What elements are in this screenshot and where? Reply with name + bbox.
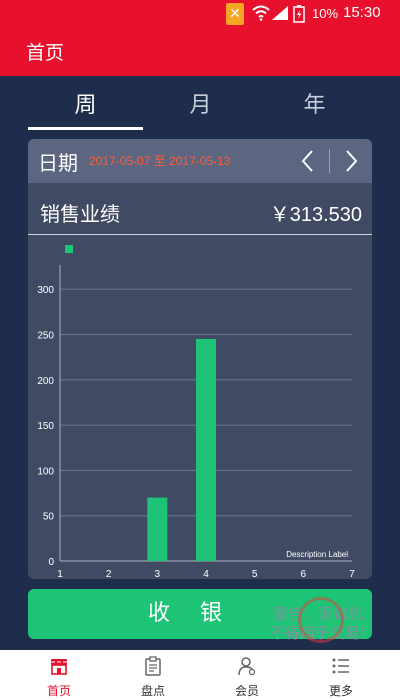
stamp-icon <box>298 597 344 643</box>
y-tick-label: 200 <box>37 376 54 387</box>
x-tick-label: 1 <box>57 569 63 579</box>
sales-row: 销售业绩 ￥313.530 <box>28 187 372 235</box>
nav-label-inventory: 盘点 <box>140 684 165 698</box>
battery-icon <box>293 5 305 23</box>
x-tick-label: 4 <box>203 569 209 579</box>
nav-label-home: 首页 <box>46 684 71 698</box>
period-tabs: 周 月 年 <box>28 84 372 132</box>
battery-percent: 10% <box>312 6 339 21</box>
top-bar: ✕ 10% 15:30 首页 <box>0 0 400 76</box>
y-tick-label: 100 <box>37 466 54 477</box>
x-tick-label: 2 <box>106 569 112 579</box>
sim-alert-icon: ✕ <box>226 3 244 25</box>
wifi-icon <box>252 5 270 21</box>
nav-label-members: 会员 <box>234 684 259 698</box>
sales-label: 销售业绩 <box>40 202 120 226</box>
debug-watermark: 警告：调试机 不得用于交易! <box>268 597 368 643</box>
x-tick-label: 3 <box>155 569 161 579</box>
nav-divider <box>329 149 330 173</box>
nav-item-more[interactable]: 更多 <box>291 650 391 700</box>
legend-swatch <box>65 245 73 253</box>
status-clock: 15:30 <box>343 4 381 21</box>
chevron-left-icon[interactable] <box>296 147 322 175</box>
store-icon <box>51 659 67 675</box>
date-row: 日期 2017-05-07 至 2017-05-13 <box>28 139 372 183</box>
date-label: 日期 <box>38 151 78 175</box>
description-label: Description Label <box>286 550 348 559</box>
bar <box>147 497 168 561</box>
date-range: 2017-05-07 至 2017-05-13 <box>89 154 231 168</box>
chevron-right-icon[interactable] <box>337 147 363 175</box>
x-tick-label: 7 <box>349 569 355 579</box>
y-tick-label: 150 <box>37 421 54 432</box>
list-icon <box>332 658 349 674</box>
status-bar: ✕ 10% 15:30 <box>0 0 400 30</box>
y-tick-label: 300 <box>37 285 54 296</box>
sales-bar-chart: 0 50 100 150 200 250 300 1 2 3 4 5 6 7 Description Lab… <box>37 245 355 579</box>
signal-icon <box>272 6 288 20</box>
member-icon <box>238 657 256 676</box>
clipboard-icon <box>145 656 161 676</box>
nav-label-more: 更多 <box>328 684 353 698</box>
bottom-nav: 首页 盘点 会员 更多 <box>0 650 400 700</box>
nav-item-home[interactable]: 首页 <box>9 650 109 700</box>
tab-year[interactable]: 年 <box>257 84 372 130</box>
nav-item-inventory[interactable]: 盘点 <box>103 650 203 700</box>
sales-card: 日期 2017-05-07 至 2017-05-13 销售业绩 ￥313.530… <box>28 139 372 579</box>
sales-value: ￥313.530 <box>269 204 362 226</box>
page-title: 首页 <box>26 42 65 64</box>
tab-month[interactable]: 月 <box>143 84 258 130</box>
tab-week[interactable]: 周 <box>28 84 143 130</box>
x-tick-label: 5 <box>252 569 258 579</box>
y-tick-label: 250 <box>37 330 54 341</box>
y-tick-label: 0 <box>48 557 54 568</box>
x-tick-label: 6 <box>301 569 307 579</box>
bar <box>196 338 216 561</box>
y-tick-label: 50 <box>43 512 55 523</box>
nav-item-members[interactable]: 会员 <box>197 650 297 700</box>
